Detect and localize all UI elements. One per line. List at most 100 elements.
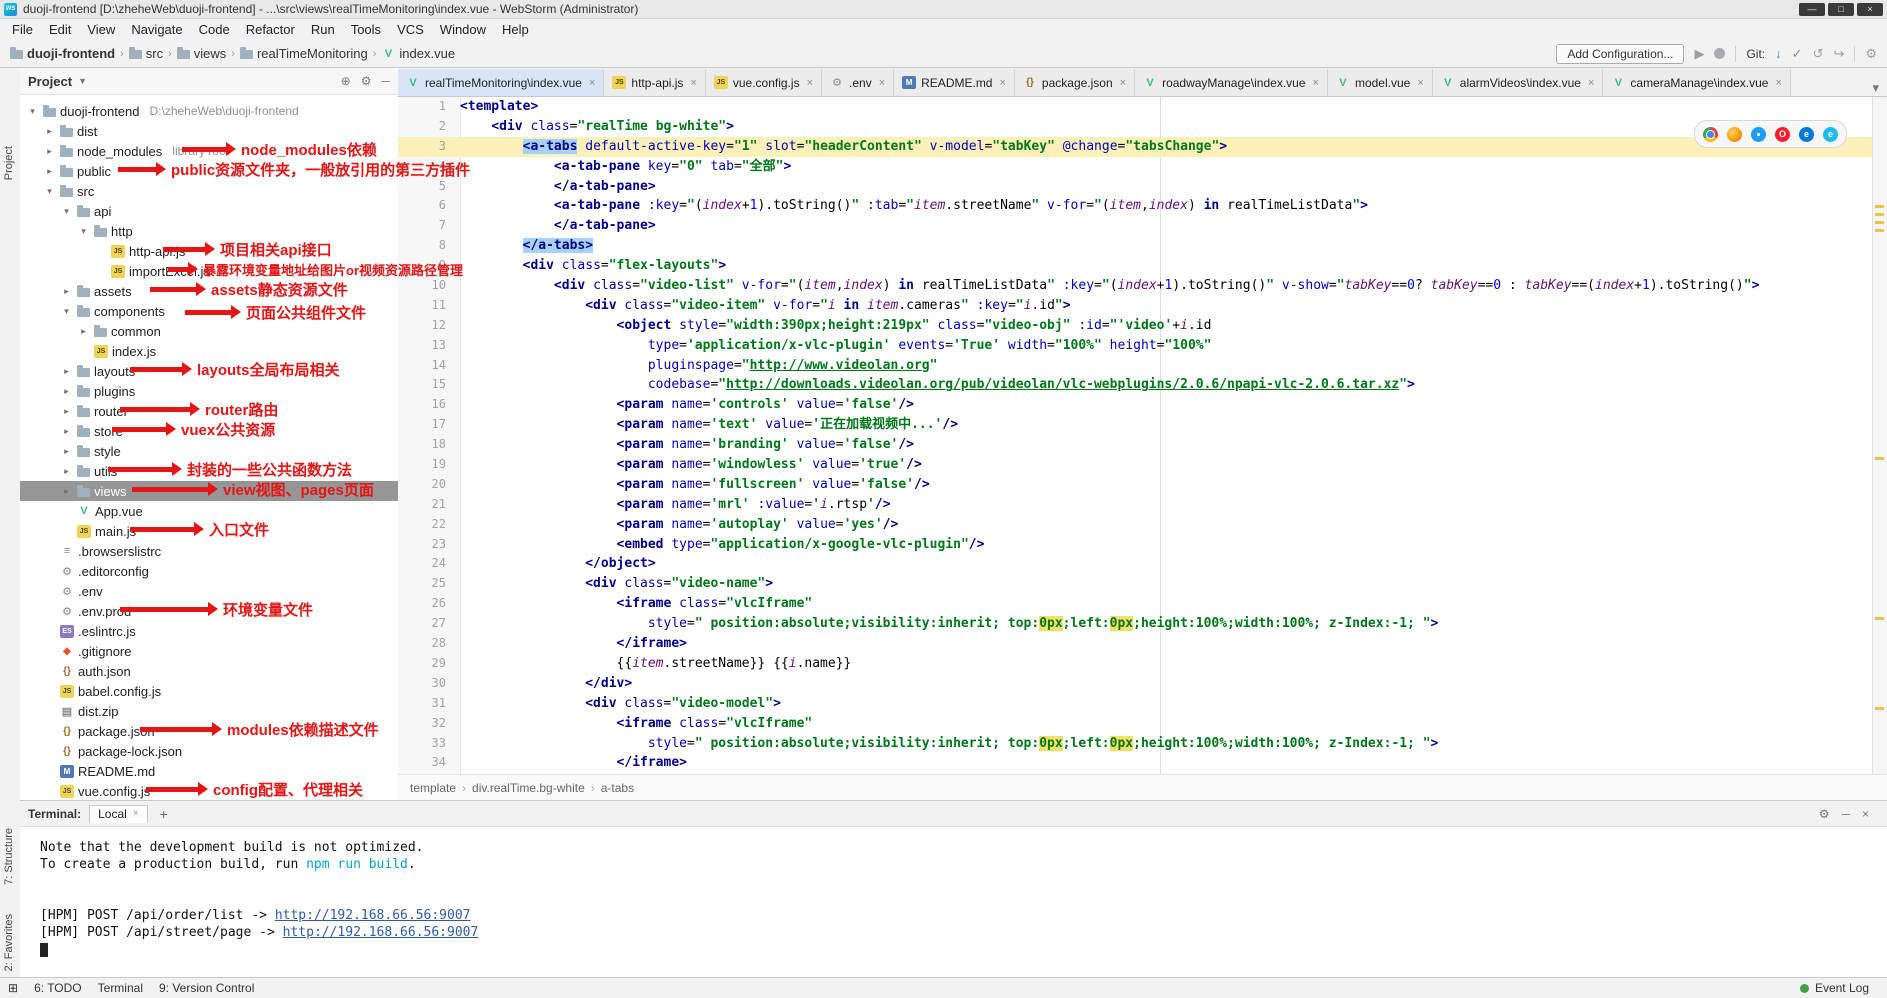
code-line-24[interactable]: 24 </object> [398, 554, 1873, 574]
code-line-4[interactable]: 4 <a-tab-pane key="0" tab="全部"> [398, 157, 1873, 177]
tree-collapsed-icon[interactable]: ▸ [60, 486, 73, 497]
tree-collapsed-icon[interactable]: ▸ [60, 386, 73, 397]
code-line-13[interactable]: 13 type='application/x-vlc-plugin' event… [398, 336, 1873, 356]
terminal-minimize-icon[interactable]: ─ [1841, 807, 1850, 821]
tab-close-icon[interactable]: × [1775, 77, 1781, 89]
menu-window[interactable]: Window [432, 20, 494, 39]
code-line-21[interactable]: 21 <param name='mrl' :value='i.rtsp'/> [398, 495, 1873, 515]
stripe-project-button[interactable]: Project [3, 146, 15, 180]
error-stripe-mark[interactable] [1875, 707, 1884, 710]
breadcrumb-item-duoji-frontend[interactable]: duoji-frontend [10, 46, 115, 61]
error-stripe-mark[interactable] [1875, 617, 1884, 620]
tree-item-duoji-frontend[interactable]: ▾duoji-frontendD:\zheheWeb\duoji-fronten… [20, 101, 398, 121]
tab-close-icon[interactable]: × [807, 77, 813, 89]
tree-item-.eslintrc.js[interactable]: ES.eslintrc.js [20, 621, 398, 641]
terminal-close-icon[interactable]: × [1862, 807, 1869, 821]
menu-help[interactable]: Help [494, 20, 537, 39]
tab-close-icon[interactable]: × [1120, 77, 1126, 89]
debug-icon[interactable] [1714, 48, 1725, 59]
code-line-31[interactable]: 31 <div class="video-model"> [398, 694, 1873, 714]
menu-file[interactable]: File [4, 20, 41, 39]
close-button[interactable]: × [1857, 3, 1883, 16]
code-line-20[interactable]: 20 <param name='fullscreen' value='false… [398, 475, 1873, 495]
add-configuration-button[interactable]: Add Configuration... [1556, 44, 1684, 64]
tree-item-common[interactable]: ▸common [20, 321, 398, 341]
hide-panel-icon[interactable]: ─ [381, 74, 390, 88]
ie-browser-icon[interactable]: e [1823, 127, 1838, 142]
git-update-icon[interactable]: ↓ [1775, 46, 1782, 61]
git-commit-icon[interactable]: ✓ [1792, 46, 1803, 62]
menu-navigate[interactable]: Navigate [123, 20, 190, 39]
menu-view[interactable]: View [79, 20, 123, 39]
panel-settings-gear-icon[interactable]: ⚙ [361, 74, 372, 88]
maximize-button[interactable]: □ [1828, 3, 1854, 16]
code-line-1[interactable]: 1<template> [398, 97, 1873, 117]
tab-close-icon[interactable]: × [690, 77, 696, 89]
code-line-25[interactable]: 25 <div class="video-name"> [398, 574, 1873, 594]
error-stripe-mark[interactable] [1875, 205, 1884, 208]
code-line-34[interactable]: 34 </iframe> [398, 753, 1873, 773]
tree-item-api[interactable]: ▾api [20, 201, 398, 221]
code-line-15[interactable]: 15 codebase="http://downloads.videolan.o… [398, 375, 1873, 395]
editor-breadcrumb-0[interactable]: template [410, 781, 456, 795]
editor-tab-README.md[interactable]: MREADME.md× [894, 69, 1015, 96]
editor-tab-cameraManage-index.vue[interactable]: VcameraManage\index.vue× [1603, 69, 1791, 96]
tree-item-auth.json[interactable]: {}auth.json [20, 661, 398, 681]
menu-refactor[interactable]: Refactor [238, 20, 303, 39]
tree-collapsed-icon[interactable]: ▸ [60, 406, 73, 417]
error-stripe[interactable] [1872, 97, 1887, 800]
tree-collapsed-icon[interactable]: ▸ [60, 426, 73, 437]
tree-expanded-icon[interactable]: ▾ [43, 186, 56, 197]
terminal-settings-gear-icon[interactable]: ⚙ [1819, 807, 1830, 821]
code-line-19[interactable]: 19 <param name='windowless' value='true'… [398, 455, 1873, 475]
tree-collapsed-icon[interactable]: ▸ [77, 326, 90, 337]
tree-collapsed-icon[interactable]: ▸ [43, 126, 56, 137]
tab-close-icon[interactable]: × [1588, 77, 1594, 89]
tab-overflow-icon[interactable]: ▾ [1864, 80, 1887, 96]
tree-expanded-icon[interactable]: ▾ [26, 106, 39, 117]
terminal-output[interactable]: Note that the development build is not o… [20, 827, 1887, 958]
editor-tab-.env[interactable]: ⚙.env× [822, 69, 894, 96]
toolwindow-switcher-icon[interactable]: ⊞ [8, 981, 18, 995]
error-stripe-mark[interactable] [1875, 213, 1884, 216]
code-line-29[interactable]: 29 {{item.streetName}} {{i.name}} [398, 654, 1873, 674]
code-line-30[interactable]: 30 </div> [398, 674, 1873, 694]
terminal-tab-close-icon[interactable]: × [133, 808, 139, 819]
editor-tab-alarmVideos-index.vue[interactable]: ValarmVideos\index.vue× [1433, 69, 1604, 96]
stripe-favorites-button[interactable]: 2: Favorites [3, 914, 15, 971]
tree-item-babel.config.js[interactable]: JSbabel.config.js [20, 681, 398, 701]
code-line-9[interactable]: 9 <div class="flex-layouts"> [398, 256, 1873, 276]
git-rollback-icon[interactable]: ↺ [1813, 46, 1824, 62]
breadcrumb-item-views[interactable]: views [177, 46, 227, 61]
code-line-12[interactable]: 12 <object style="width:390px;height:219… [398, 316, 1873, 336]
terminal-link[interactable]: http://192.168.66.56:9007 [275, 908, 471, 923]
code-line-10[interactable]: 10 <div class="video-list" v-for="(item,… [398, 276, 1873, 296]
editor-tab-http-api.js[interactable]: JShttp-api.js× [604, 69, 705, 96]
menu-code[interactable]: Code [191, 20, 238, 39]
tab-close-icon[interactable]: × [1313, 77, 1319, 89]
code-line-32[interactable]: 32 <iframe class="vlcIframe" [398, 714, 1873, 734]
breadcrumb-item-realTimeMonitoring[interactable]: realTimeMonitoring [240, 46, 368, 61]
locate-icon[interactable]: ⊕ [341, 74, 351, 88]
code-line-22[interactable]: 22 <param name='autoplay' value='yes'/> [398, 515, 1873, 535]
code-line-14[interactable]: 14 pluginspage="http://www.videolan.org" [398, 356, 1873, 376]
statusbar-9-version-control[interactable]: 9: Version Control [159, 981, 254, 995]
editor-tab-realTimeMonitoring-index.vue[interactable]: VrealTimeMonitoring\index.vue× [398, 69, 604, 96]
settings-gear-icon[interactable]: ⚙ [1865, 46, 1877, 62]
tree-collapsed-icon[interactable]: ▸ [60, 466, 73, 477]
editor-breadcrumb-1[interactable]: div.realTime.bg-white [472, 781, 585, 795]
tab-close-icon[interactable]: × [589, 77, 595, 89]
code-line-2[interactable]: 2 <div class="realTime bg-white"> [398, 117, 1873, 137]
error-stripe-mark[interactable] [1875, 221, 1884, 224]
tree-collapsed-icon[interactable]: ▸ [60, 286, 73, 297]
code-line-23[interactable]: 23 <embed type="application/x-google-vlc… [398, 535, 1873, 555]
chrome-browser-icon[interactable] [1703, 127, 1718, 142]
tree-item-package-lock.json[interactable]: {}package-lock.json [20, 741, 398, 761]
run-icon[interactable]: ▶ [1694, 46, 1704, 62]
menu-edit[interactable]: Edit [41, 20, 79, 39]
breadcrumb-item-index.vue[interactable]: Vindex.vue [381, 46, 455, 61]
editor-breadcrumb-2[interactable]: a-tabs [601, 781, 634, 795]
tree-collapsed-icon[interactable]: ▸ [43, 146, 56, 157]
code-line-17[interactable]: 17 <param name='text' value='正在加载视频中...'… [398, 415, 1873, 435]
tab-close-icon[interactable]: × [1417, 77, 1423, 89]
